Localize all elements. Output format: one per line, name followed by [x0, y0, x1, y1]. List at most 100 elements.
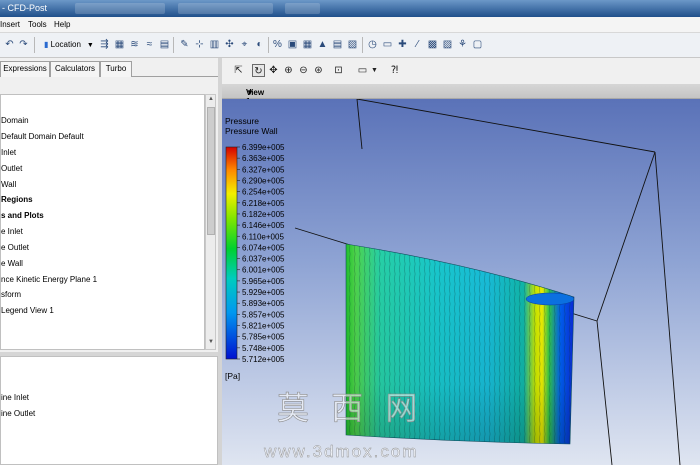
scroll-up-icon[interactable]: ▲ [207, 96, 215, 102]
legend-tick-label: 6.110e+005 [242, 232, 284, 241]
scroll-down-icon[interactable]: ▼ [207, 339, 215, 345]
viewer-toolbar: ⇱ ↻ ✥ ⊕ ⊖ ⊛ ⊡ ▭ ▼ ⁈ [222, 58, 700, 84]
window-title: - CFD-Post [2, 3, 47, 13]
chevron-down-icon: ▼ [246, 88, 254, 97]
tab-expressions[interactable]: Expressions [0, 61, 50, 77]
text-icon[interactable]: ✎ [178, 38, 191, 51]
details-list: ine Inlet ine Outlet [0, 356, 218, 465]
legend-tick-label: 5.712e+005 [242, 355, 285, 364]
macro-calculator-icon[interactable]: ▨ [441, 38, 454, 51]
location-dropdown[interactable]: ▮ Location ▼ [44, 38, 94, 52]
legend-unit: [Pa] [225, 371, 240, 381]
zoom-icon[interactable]: ⊕ [282, 64, 295, 77]
zoom-fit-icon[interactable]: ⊛ [312, 64, 325, 77]
watermark: 莫 西 网 www.3dmox.com [263, 389, 423, 462]
legend-tick-label: 5.965e+005 [242, 277, 285, 286]
list-item[interactable]: ine Outlet [1, 409, 35, 418]
pan-icon[interactable]: ✥ [267, 64, 280, 77]
help-pointer-icon[interactable]: ⁈ [388, 64, 401, 77]
tree-item-inlet[interactable]: Inlet [1, 148, 16, 157]
background-window-tab [285, 3, 320, 14]
streamline-icon[interactable]: ≋ [128, 38, 141, 51]
tree-item-regions[interactable]: Regions [1, 195, 33, 204]
background-window-tab [178, 3, 273, 14]
scene-canvas[interactable]: Pressure Pressure Wall 6.399e+005 6.363e+… [222, 99, 700, 465]
tree-item-wall[interactable]: Wall [1, 180, 16, 189]
list-item[interactable]: ine Inlet [1, 393, 29, 402]
tab-calculators[interactable]: Calculators [50, 61, 100, 77]
legend-tick-label: 5.857e+005 [242, 310, 285, 319]
chevron-down-icon[interactable]: ▼ [368, 64, 381, 77]
menu-insert[interactable]: Insert [0, 20, 20, 29]
legend-tick-label: 6.218e+005 [242, 199, 285, 208]
undo-icon[interactable]: ↶ [3, 38, 16, 51]
tree-item-domain[interactable]: Domain [1, 116, 29, 125]
variable-icon[interactable]: % [271, 38, 284, 51]
menu-bar: Insert Tools Help [0, 17, 700, 33]
3d-viewport[interactable]: Pressure Pressure Wall 6.399e+005 6.363e+… [222, 99, 700, 465]
vector-icon[interactable]: ⇶ [98, 38, 111, 51]
probe-icon[interactable]: ⁄ [411, 38, 424, 51]
menu-help[interactable]: Help [54, 20, 70, 29]
legend-tick-label: 5.929e+005 [242, 288, 285, 297]
outline-panel: Expressions Calculators Turbo Domain Def… [0, 58, 218, 465]
scrollbar-thumb[interactable] [207, 107, 215, 235]
legend-tick-label: 5.748e+005 [242, 344, 285, 353]
expression-icon[interactable]: ▣ [286, 38, 299, 51]
fit-view-icon[interactable]: ⊡ [332, 64, 345, 77]
legend-tick-label: 6.363e+005 [242, 154, 285, 163]
contour-icon[interactable]: ▦ [113, 38, 126, 51]
rotate-icon[interactable]: ↻ [252, 64, 265, 77]
toolbar-separator [34, 37, 35, 53]
tree-item-default-domain[interactable]: Default Domain Default [1, 132, 84, 141]
legend-tick-label: 6.254e+005 [242, 188, 285, 197]
mesh-calculator-icon[interactable]: ⚘ [456, 38, 469, 51]
legend-tick-label: 6.290e+005 [242, 176, 285, 185]
tree-item-transform[interactable]: sform [1, 290, 21, 299]
legend-tick-label: 6.074e+005 [242, 243, 285, 252]
command-editor-icon[interactable]: ▢ [471, 38, 484, 51]
background-window-tab [75, 3, 165, 14]
select-icon[interactable]: ⇱ [232, 64, 245, 77]
tree-item-pressure-outlet[interactable]: e Outlet [1, 243, 29, 252]
tree-item-outlet[interactable]: Outlet [1, 164, 22, 173]
tab-turbo[interactable]: Turbo [100, 61, 132, 77]
redo-icon[interactable]: ↷ [17, 38, 30, 51]
menu-tools[interactable]: Tools [28, 20, 47, 29]
table-icon[interactable]: ▦ [301, 38, 314, 51]
legend-tick-label: 6.037e+005 [242, 255, 285, 264]
legend-subtitle: Pressure Wall [225, 126, 278, 136]
watermark-chars: 莫 西 网 [277, 389, 423, 427]
volume-render-icon[interactable]: ▤ [158, 38, 171, 51]
title-bar: - CFD-Post [0, 0, 700, 17]
color-map-icon[interactable]: ◐ [253, 38, 266, 51]
clip-plane-icon[interactable]: ⌖ [238, 38, 251, 51]
function-calculator-icon[interactable]: ▩ [426, 38, 439, 51]
tree-item-legend-view[interactable]: Legend View 1 [1, 306, 54, 315]
toolbar-separator [173, 37, 174, 53]
tree-item-pressure-inlet[interactable]: e Inlet [1, 227, 23, 236]
outline-tree: Domain Default Domain Default Inlet Outl… [0, 94, 205, 350]
tree-item-pressure-wall[interactable]: e Wall [1, 259, 23, 268]
animation-icon[interactable]: ▭ [381, 38, 394, 51]
legend-icon[interactable]: ▥ [208, 38, 221, 51]
instance-transform-icon[interactable]: ✣ [223, 38, 236, 51]
chart-icon[interactable]: ▲ [316, 38, 329, 51]
coordinate-frame-icon[interactable]: ⊹ [193, 38, 206, 51]
tree-item-tke-plane[interactable]: nce Kinetic Energy Plane 1 [1, 275, 97, 284]
legend-tick-label: 6.001e+005 [242, 266, 285, 275]
watermark-url: www.3dmox.com [263, 442, 418, 461]
legend-title: Pressure [225, 116, 259, 126]
tree-item-user-locations-and-plots[interactable]: s and Plots [1, 211, 44, 220]
legend-tick-label: 6.399e+005 [242, 143, 285, 152]
quick-editor-icon[interactable]: ✚ [396, 38, 409, 51]
legend-tick-label: 5.893e+005 [242, 299, 285, 308]
particle-track-icon[interactable]: ≈ [143, 38, 156, 51]
figure-icon[interactable]: ▧ [346, 38, 359, 51]
timestep-icon[interactable]: ◷ [366, 38, 379, 51]
comment-icon[interactable]: ▤ [331, 38, 344, 51]
toolbar-separator [362, 37, 363, 53]
zoom-box-icon[interactable]: ⊖ [297, 64, 310, 77]
toolbar-separator [268, 37, 269, 53]
outline-scrollbar[interactable]: ▲ ▼ [205, 94, 216, 350]
